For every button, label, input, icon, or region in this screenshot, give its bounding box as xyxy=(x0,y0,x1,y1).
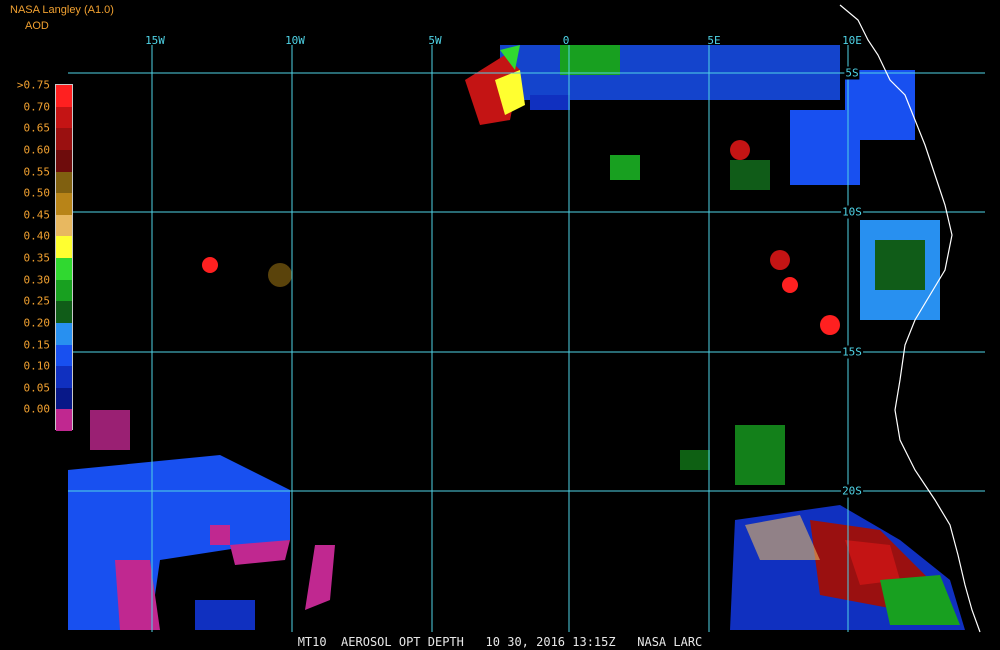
legend-label: 0.35 xyxy=(23,251,51,265)
legend-swatch xyxy=(56,214,72,237)
aod-patch xyxy=(875,240,925,290)
aod-patch xyxy=(730,140,750,160)
legend-label: >0.75 xyxy=(16,78,50,92)
legend-swatch xyxy=(56,322,72,345)
aod-patch xyxy=(680,450,710,470)
aod-patch xyxy=(305,545,335,610)
legend-swatch xyxy=(56,106,72,129)
legend-swatch xyxy=(56,366,72,388)
legend-swatch xyxy=(56,409,72,431)
legend-swatch xyxy=(56,128,72,150)
lat-label-5s: 5S xyxy=(844,66,860,80)
legend-swatch xyxy=(56,149,72,172)
aod-patch xyxy=(90,410,130,450)
aerosol-patches xyxy=(68,45,965,630)
aod-patch xyxy=(845,70,915,140)
legend-swatch xyxy=(56,301,72,323)
aod-patch xyxy=(202,257,218,273)
legend-label: 0.55 xyxy=(23,165,51,178)
lon-label-5w: 5W xyxy=(428,34,442,47)
aod-patch xyxy=(68,455,290,630)
legend-label: 0.00 xyxy=(23,402,51,416)
aod-map xyxy=(68,4,985,633)
color-legend xyxy=(55,84,73,431)
legend-swatch xyxy=(56,236,72,258)
aod-patch xyxy=(820,315,840,335)
legend-label: 0.20 xyxy=(23,316,51,330)
legend-swatch xyxy=(56,193,72,215)
source-label: NASA Langley (A1.0) xyxy=(10,4,114,16)
lon-label-10w: 10W xyxy=(285,34,305,47)
legend-swatch xyxy=(56,171,72,194)
aod-patch xyxy=(730,160,770,190)
legend-swatch xyxy=(56,387,72,410)
legend-label: 0.05 xyxy=(23,381,51,395)
aod-patch xyxy=(770,250,790,270)
aod-patch xyxy=(782,277,798,293)
legend-swatch xyxy=(56,279,72,302)
legend-label: 0.45 xyxy=(23,208,51,222)
lat-label-10s: 10S xyxy=(841,205,863,219)
legend-label: 0.10 xyxy=(23,359,51,373)
legend-label: 0.15 xyxy=(23,338,51,351)
aod-patch xyxy=(195,600,255,630)
legend-swatch xyxy=(56,344,72,367)
aod-patch xyxy=(530,95,570,110)
aod-patch xyxy=(610,155,640,180)
legend-label: 0.70 xyxy=(23,100,51,114)
lat-label-20s: 20S xyxy=(841,484,863,498)
legend-label: 0.65 xyxy=(23,121,51,135)
variable-label: AOD xyxy=(25,20,49,32)
lon-label-15w: 15W xyxy=(145,34,165,47)
lon-label-10e: 10E xyxy=(842,34,862,47)
aod-patch xyxy=(268,263,292,287)
lon-label-5e: 5E xyxy=(707,34,721,47)
lat-label-15s: 15S xyxy=(841,345,863,359)
legend-label: 0.30 xyxy=(23,273,51,287)
legend-label: 0.25 xyxy=(23,294,51,308)
aod-patch xyxy=(735,425,785,485)
aod-patch xyxy=(210,525,230,545)
legend-label: 0.50 xyxy=(23,186,51,200)
footer-caption: MT10 AEROSOL OPT DEPTH 10 30, 2016 13:15… xyxy=(297,635,703,649)
legend-swatch xyxy=(56,258,72,280)
legend-swatch xyxy=(56,85,72,107)
legend-label: 0.40 xyxy=(23,229,51,243)
legend-label: 0.60 xyxy=(23,143,51,157)
lon-label-0: 0 xyxy=(562,34,570,47)
